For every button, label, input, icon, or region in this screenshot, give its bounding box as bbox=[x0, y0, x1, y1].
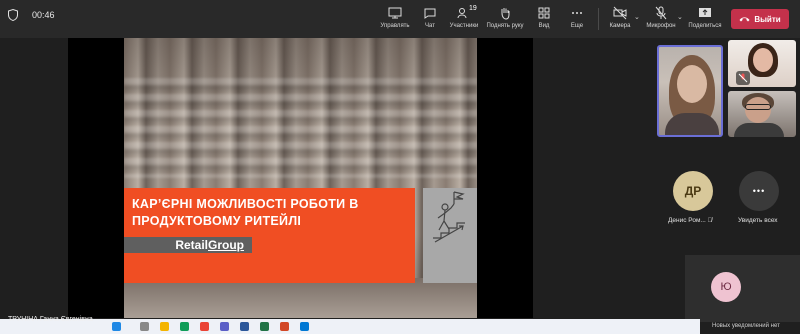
share-button[interactable]: Поделиться bbox=[686, 6, 724, 29]
mic-options-chevron-icon[interactable]: ⌄ bbox=[677, 13, 683, 21]
more-icon bbox=[572, 12, 582, 14]
mic-muted-icon: 🎙̸ bbox=[707, 218, 713, 224]
browser-icon[interactable] bbox=[180, 322, 189, 331]
participant-avatar: Ю bbox=[711, 272, 741, 302]
present-icon bbox=[388, 7, 402, 19]
participant-shoulders bbox=[734, 123, 784, 137]
phone-hangup-icon bbox=[739, 17, 750, 22]
meeting-timer: 00:46 bbox=[32, 10, 55, 20]
share-screen-icon bbox=[699, 8, 711, 17]
participant-face bbox=[745, 97, 771, 123]
teams-icon[interactable] bbox=[220, 322, 229, 331]
leave-button[interactable]: Выйти bbox=[731, 9, 789, 29]
brand-logo: RetailGroup bbox=[175, 238, 244, 252]
see-all-participants-button[interactable]: ••• bbox=[739, 171, 779, 211]
camera-options-chevron-icon[interactable]: ⌄ bbox=[634, 13, 640, 21]
participant-name: Денис Ром... 🎙̸ bbox=[668, 217, 713, 224]
shared-content-stage: Кар’єрні можливості роботи в продуктовом… bbox=[0, 38, 652, 318]
participants-button[interactable]: 19 Участники bbox=[445, 5, 483, 29]
participant-shoulders bbox=[665, 113, 719, 135]
app-icon[interactable] bbox=[200, 322, 209, 331]
participant-video-active[interactable] bbox=[657, 45, 723, 137]
file-explorer-icon[interactable] bbox=[160, 322, 169, 331]
participant-tile[interactable]: Ю bbox=[685, 255, 800, 322]
chat-button[interactable]: Чат bbox=[411, 6, 449, 29]
participants-panel: ДР Денис Ром... 🎙̸ ••• Увидеть всех Ю bbox=[652, 38, 800, 334]
mic-muted-indicator bbox=[736, 71, 750, 85]
more-icon: ••• bbox=[752, 186, 766, 196]
store-floor-background bbox=[124, 278, 477, 318]
brand-bar: RetailGroup bbox=[124, 237, 252, 253]
shield-icon bbox=[8, 9, 18, 21]
career-growth-pictogram bbox=[423, 188, 477, 283]
notifications-status: Новых уведомлений нет bbox=[712, 323, 780, 329]
powerpoint-icon[interactable] bbox=[280, 322, 289, 331]
presenter-name-tag: ТРУНІНА Ганна Євгенівна bbox=[8, 316, 93, 323]
mic-button[interactable]: Микрофон bbox=[642, 6, 680, 29]
outlook-icon[interactable] bbox=[300, 322, 309, 331]
participant-glasses bbox=[745, 104, 771, 110]
participant-face bbox=[677, 65, 707, 103]
participant-video[interactable] bbox=[728, 91, 796, 137]
participant-avatar[interactable]: ДР bbox=[673, 171, 713, 211]
grid-view-icon bbox=[538, 7, 550, 19]
store-shelves-background bbox=[124, 78, 477, 178]
shared-screen: Кар’єрні можливості роботи в продуктовом… bbox=[68, 38, 533, 318]
mic-off-icon bbox=[655, 6, 667, 20]
raise-hand-button[interactable]: Поднять руку bbox=[486, 6, 524, 29]
windows-taskbar bbox=[0, 319, 700, 334]
slide-title: Кар’єрні можливості роботи в продуктовом… bbox=[132, 197, 359, 228]
search-icon[interactable] bbox=[140, 322, 149, 331]
climbing-person-icon bbox=[433, 191, 465, 243]
participant-video[interactable] bbox=[728, 40, 796, 87]
excel-icon[interactable] bbox=[260, 322, 269, 331]
camera-off-icon bbox=[613, 6, 627, 20]
more-button[interactable]: Еще bbox=[558, 6, 596, 29]
toolbar-divider bbox=[598, 8, 599, 30]
slide-title-box: Кар’єрні можливості роботи в продуктовом… bbox=[124, 188, 415, 283]
hand-icon bbox=[501, 8, 510, 20]
chat-icon bbox=[424, 8, 436, 19]
presentation-slide: Кар’єрні можливості роботи в продуктовом… bbox=[124, 38, 477, 318]
present-button[interactable]: Управлять bbox=[376, 6, 414, 29]
word-icon[interactable] bbox=[240, 322, 249, 331]
mic-muted-icon bbox=[738, 73, 748, 83]
meeting-toolbar: 00:46 Управлять Чат 19 Участники Поднять… bbox=[0, 0, 800, 38]
start-icon[interactable] bbox=[112, 322, 121, 331]
participants-count: 19 bbox=[469, 5, 477, 12]
participant-face bbox=[753, 48, 773, 72]
see-all-label: Увидеть всех bbox=[738, 217, 778, 224]
